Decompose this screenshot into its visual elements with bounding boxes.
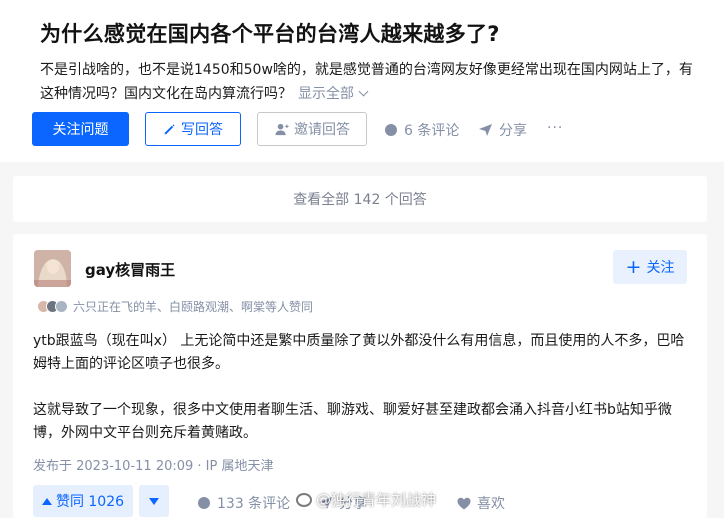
answer-card: gay核冒雨王 + 关注 六只正在飞的羊、白颐路观潮、啊棠等人赞同 ytb跟蓝鸟… [13,234,707,518]
question-share-button[interactable]: 分享 [478,120,527,140]
author-avatar[interactable] [34,250,71,287]
write-answer-button[interactable]: 写回答 [145,112,241,146]
question-description: 不是引战啥的，也不是说1450和50w啥的，就是感觉普通的台湾网友好像更经常出现… [40,58,700,106]
voter-avatar [55,300,68,313]
show-all-link[interactable]: 显示全部 [298,86,369,102]
write-answer-label: 写回答 [181,122,223,138]
follow-question-button[interactable]: 关注问题 [32,112,129,146]
pencil-icon [164,123,175,134]
heart-icon [457,497,471,509]
share-plane-icon [479,124,492,136]
view-all-answers-button[interactable]: 查看全部 142 个回答 [13,176,707,222]
follow-author-label: 关注 [646,260,675,276]
publish-info[interactable]: 发布于 2023-10-11 20:09 · IP 属地天津 [33,455,273,474]
invite-answer-label: 邀请回答 [294,122,350,138]
question-card: 为什么感觉在国内各个平台的台湾人越来越多了? 不是引战啥的，也不是说1450和5… [0,0,724,162]
watermark: @独行青年刘战神 [296,489,436,510]
like-button[interactable]: 喜欢 [457,493,505,513]
comment-bubble-icon [385,124,397,136]
more-options-button[interactable]: ··· [547,120,563,136]
invite-answer-button[interactable]: 邀请回答 [257,112,367,146]
plus-icon: + [625,255,642,278]
answer-comments-label: 133 条评论 [217,496,291,512]
show-all-label: 显示全部 [298,86,354,102]
answer-paragraph: ytb跟蓝鸟（现在叫x） 上无论简中还是繁中质量除了黄以外都没什么有用信息，而且… [33,333,685,372]
watermark-text: @独行青年刘战神 [316,491,437,509]
question-comments-button[interactable]: 6 条评论 [384,120,459,140]
like-label: 喜欢 [477,496,505,512]
weibo-logo-icon [296,492,312,507]
avatar-image [34,250,71,287]
question-comments-label: 6 条评论 [404,123,460,139]
downvote-button[interactable] [139,485,169,517]
voters-text: 六只正在飞的羊、白颐路观潮、啊棠等人赞同 [73,300,314,314]
downvote-triangle-icon [149,497,159,505]
chevron-down-icon [358,86,369,97]
question-title[interactable]: 为什么感觉在国内各个平台的台湾人越来越多了? [40,18,500,48]
upvote-label: 赞同 1026 [55,494,125,510]
answer-paragraph: 这就导致了一个现象，很多中文使用者聊生活、聊游戏、聊爱好甚至建政都会涌入抖音小红… [33,402,672,441]
upvote-triangle-icon [41,497,52,505]
voters-line: 六只正在飞的羊、白颐路观潮、啊棠等人赞同 [37,298,313,315]
answer-comments-button[interactable]: 133 条评论 [197,493,290,513]
invite-user-icon [275,123,289,135]
question-share-label: 分享 [499,123,527,139]
comment-bubble-icon [198,497,210,509]
upvote-button[interactable]: 赞同 1026 [33,485,133,517]
follow-author-button[interactable]: + 关注 [613,250,687,284]
author-name[interactable]: gay核冒雨王 [85,259,175,280]
